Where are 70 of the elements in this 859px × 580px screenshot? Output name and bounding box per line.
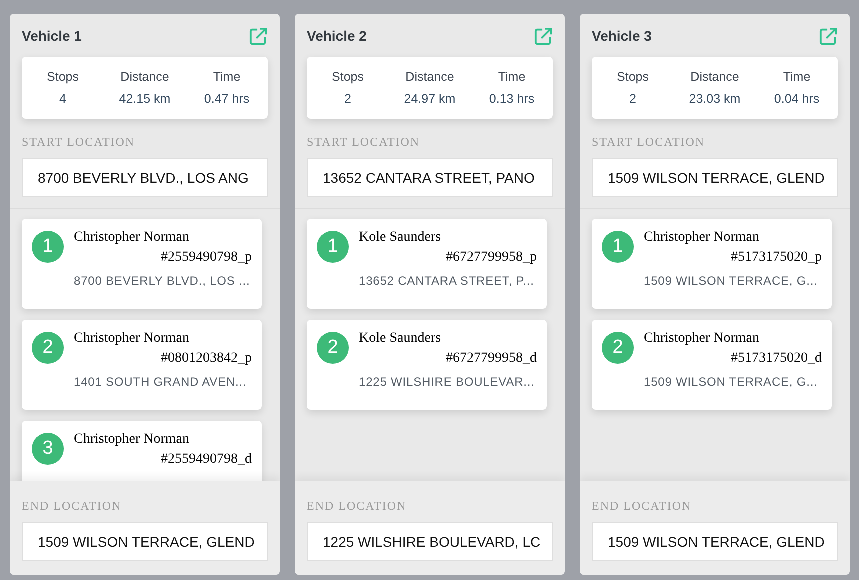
customer-name: Christopher Norman xyxy=(74,331,190,347)
customer-name: Kole Saunders xyxy=(359,331,442,347)
stop-card[interactable]: 1 Kole Saunders #6727799958_p 13652 CANTARA STREET, P... xyxy=(307,219,547,309)
stat-label: Stops xyxy=(331,70,365,84)
stat-value: 2 xyxy=(628,92,638,106)
end-location-label: END LOCATION xyxy=(307,499,408,514)
stat-value: 0.04 hrs xyxy=(773,92,821,106)
customer-name: Kole Saunders xyxy=(359,230,442,246)
end-location-label: END LOCATION xyxy=(22,499,123,514)
customer-name: Christopher Norman xyxy=(644,331,760,347)
stop-card[interactable]: 1 Christopher Norman #2559490798_p 8700 BEVERLY BLVD., LOS ... xyxy=(22,219,262,309)
end-location-field[interactable]: 1509 WILSON TERRACE, GLEND xyxy=(592,522,838,561)
open-external-icon[interactable] xyxy=(534,26,553,46)
start-location-label: START LOCATION xyxy=(592,135,706,150)
stat-label: Distance xyxy=(120,70,170,84)
stop-address: 13652 CANTARA STREET, P... xyxy=(359,274,536,288)
end-location-label: END LOCATION xyxy=(592,499,693,514)
stop-address: 8700 BEVERLY BLVD., LOS ... xyxy=(74,274,252,288)
stop-number-badge: 2 xyxy=(602,332,634,364)
stat-label: Distance xyxy=(690,70,740,84)
stop-card[interactable]: 1 Christopher Norman #5173175020_p 1509 WILSON TERRACE, G... xyxy=(592,219,832,309)
stop-number-badge: 3 xyxy=(32,433,64,465)
stat-label: Stops xyxy=(46,70,80,84)
order-id: #0801203842_p xyxy=(161,351,252,367)
stop-address: 1225 WILSHIRE BOULEVAR... xyxy=(359,375,536,389)
customer-name: Christopher Norman xyxy=(74,230,190,246)
stat-value: 2 xyxy=(344,92,352,106)
stat-value: 0.47 hrs xyxy=(203,92,251,106)
stat-value: 4 xyxy=(58,92,68,106)
stop-card[interactable]: 2 Christopher Norman #0801203842_p 1401 SOUTH GRAND AVEN... xyxy=(22,320,262,410)
order-id: #5173175020_p xyxy=(731,250,822,266)
stat-label: Distance xyxy=(404,70,456,84)
order-id: #2559490798_d xyxy=(161,452,252,468)
stop-number-badge: 1 xyxy=(32,231,64,263)
order-id: #6727799958_d xyxy=(446,351,537,367)
stop-number-badge: 2 xyxy=(32,332,64,364)
start-location-label: START LOCATION xyxy=(22,135,136,150)
stop-number-badge: 1 xyxy=(602,231,634,263)
stat-label: Time xyxy=(212,70,242,84)
end-location-field[interactable]: 1509 WILSON TERRACE, GLEND xyxy=(22,522,268,561)
open-external-icon[interactable] xyxy=(819,26,838,46)
stop-card[interactable]: 3 Christopher Norman #2559490798_d xyxy=(22,421,262,481)
start-location-field[interactable]: 8700 BEVERLY BLVD., LOS ANG xyxy=(22,158,268,197)
stat-label: Time xyxy=(782,70,812,84)
vehicle-title: Vehicle 1 xyxy=(22,28,82,44)
stat-label: Stops xyxy=(616,70,650,84)
open-external-icon[interactable] xyxy=(249,26,268,46)
stat-label: Time xyxy=(497,70,527,84)
stop-card[interactable]: 2 Kole Saunders #6727799958_d 1225 WILSHIRE BOULEVAR... xyxy=(307,320,547,410)
stop-number-badge: 1 xyxy=(317,231,349,263)
stop-card[interactable]: 2 Christopher Norman #5173175020_d 1509 WILSON TERRACE, G... xyxy=(592,320,832,410)
vehicle-title: Vehicle 2 xyxy=(307,28,367,44)
stat-value: 0.13 hrs xyxy=(488,92,536,106)
stop-address: 1509 WILSON TERRACE, G... xyxy=(644,274,819,288)
start-location-field[interactable]: 13652 CANTARA STREET, PANO xyxy=(307,158,553,197)
stat-value: 42.15 km xyxy=(118,92,172,106)
stop-number-badge: 2 xyxy=(317,332,349,364)
customer-name: Christopher Norman xyxy=(74,432,190,448)
order-id: #2559490798_p xyxy=(161,250,252,266)
start-location-label: START LOCATION xyxy=(307,135,422,150)
start-location-field[interactable]: 1509 WILSON TERRACE, GLEND xyxy=(592,158,838,197)
stat-value: 23.03 km xyxy=(688,92,742,106)
stop-address: 1509 WILSON TERRACE, G... xyxy=(644,375,819,389)
customer-name: Christopher Norman xyxy=(644,230,760,246)
order-id: #5173175020_d xyxy=(731,351,822,367)
stop-address: 1401 SOUTH GRAND AVEN... xyxy=(74,375,248,389)
end-location-field[interactable]: 1225 WILSHIRE BOULEVARD, LC xyxy=(307,522,553,561)
order-id: #6727799958_p xyxy=(446,250,537,266)
stat-value: 24.97 km xyxy=(403,92,457,106)
vehicle-title: Vehicle 3 xyxy=(592,28,652,44)
